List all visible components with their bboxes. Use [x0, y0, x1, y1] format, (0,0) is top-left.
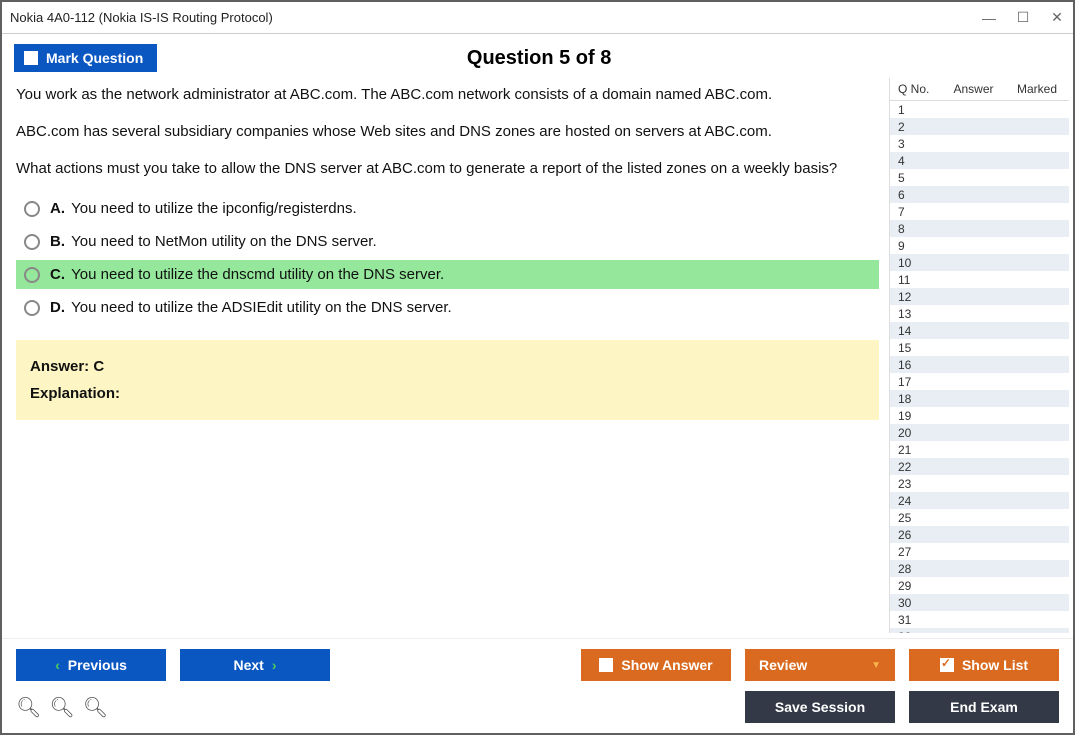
- end-exam-label: End Exam: [950, 699, 1018, 715]
- review-label: Review: [759, 657, 807, 673]
- question-list-row[interactable]: 1: [890, 101, 1069, 118]
- question-list-row[interactable]: 17: [890, 373, 1069, 390]
- next-button[interactable]: Next ›: [180, 649, 330, 681]
- question-paragraph: You work as the network administrator at…: [16, 84, 879, 106]
- question-list-row[interactable]: 18: [890, 390, 1069, 407]
- window-title: Nokia 4A0-112 (Nokia IS-IS Routing Proto…: [10, 10, 981, 25]
- chevron-right-icon: ›: [272, 657, 277, 673]
- option-row[interactable]: A. You need to utilize the ipconfig/regi…: [16, 194, 879, 223]
- titlebar: Nokia 4A0-112 (Nokia IS-IS Routing Proto…: [2, 2, 1073, 34]
- footer: ‹ Previous Next › Show Answer Review ▼ S…: [2, 638, 1073, 733]
- option-row[interactable]: C. You need to utilize the dnscmd utilit…: [16, 260, 879, 289]
- question-list-header: Q No. Answer Marked: [890, 78, 1069, 101]
- question-list[interactable]: 1234567891011121314151617181920212223242…: [890, 101, 1069, 633]
- option-text: B. You need to NetMon utility on the DNS…: [50, 233, 377, 250]
- option-text: D. You need to utilize the ADSIEdit util…: [50, 299, 452, 316]
- minimize-icon[interactable]: —: [981, 10, 997, 26]
- question-list-row[interactable]: 25: [890, 509, 1069, 526]
- question-list-row[interactable]: 5: [890, 169, 1069, 186]
- question-list-row[interactable]: 23: [890, 475, 1069, 492]
- radio-icon[interactable]: [24, 201, 40, 217]
- footer-row-secondary: 🔍︎ 🔍︎ 🔍︎ Save Session End Exam: [16, 691, 1059, 723]
- save-session-label: Save Session: [775, 699, 865, 715]
- question-list-row[interactable]: 14: [890, 322, 1069, 339]
- question-list-row[interactable]: 2: [890, 118, 1069, 135]
- question-list-row[interactable]: 32: [890, 628, 1069, 633]
- question-pane: You work as the network administrator at…: [6, 78, 889, 633]
- show-answer-button[interactable]: Show Answer: [581, 649, 731, 681]
- maximize-icon[interactable]: ☐: [1015, 9, 1031, 26]
- answer-label: Answer: C: [30, 358, 865, 375]
- show-list-button[interactable]: Show List: [909, 649, 1059, 681]
- question-list-row[interactable]: 12: [890, 288, 1069, 305]
- header-row: Mark Question Question 5 of 8: [2, 34, 1073, 78]
- next-label: Next: [233, 657, 263, 673]
- content-area: You work as the network administrator at…: [2, 78, 1073, 633]
- review-button[interactable]: Review ▼: [745, 649, 895, 681]
- question-list-row[interactable]: 4: [890, 152, 1069, 169]
- question-list-row[interactable]: 6: [890, 186, 1069, 203]
- chevron-down-icon: ▼: [871, 660, 881, 671]
- zoom-out-icon[interactable]: 🔍︎: [83, 695, 108, 720]
- window-controls: — ☐ ✕: [981, 9, 1065, 26]
- radio-icon[interactable]: [24, 234, 40, 250]
- question-list-row[interactable]: 19: [890, 407, 1069, 424]
- footer-row-primary: ‹ Previous Next › Show Answer Review ▼ S…: [16, 649, 1059, 681]
- question-list-row[interactable]: 8: [890, 220, 1069, 237]
- option-text: C. You need to utilize the dnscmd utilit…: [50, 266, 444, 283]
- question-list-row[interactable]: 9: [890, 237, 1069, 254]
- col-answer: Answer: [938, 82, 1009, 96]
- show-list-label: Show List: [962, 657, 1028, 673]
- question-list-row[interactable]: 28: [890, 560, 1069, 577]
- question-counter: Question 5 of 8: [17, 47, 1061, 70]
- question-list-row[interactable]: 3: [890, 135, 1069, 152]
- col-marked: Marked: [1009, 82, 1065, 96]
- answer-box: Answer: C Explanation:: [16, 340, 879, 420]
- question-list-row[interactable]: 16: [890, 356, 1069, 373]
- col-qno: Q No.: [898, 82, 938, 96]
- question-list-row[interactable]: 10: [890, 254, 1069, 271]
- question-list-row[interactable]: 22: [890, 458, 1069, 475]
- question-list-row[interactable]: 13: [890, 305, 1069, 322]
- question-list-row[interactable]: 7: [890, 203, 1069, 220]
- end-exam-button[interactable]: End Exam: [909, 691, 1059, 723]
- question-paragraph: ABC.com has several subsidiary companies…: [16, 121, 879, 143]
- chevron-left-icon: ‹: [55, 657, 60, 673]
- zoom-in-icon[interactable]: 🔍︎: [49, 695, 74, 720]
- question-list-row[interactable]: 20: [890, 424, 1069, 441]
- save-session-button[interactable]: Save Session: [745, 691, 895, 723]
- question-list-row[interactable]: 11: [890, 271, 1069, 288]
- radio-icon[interactable]: [24, 300, 40, 316]
- option-row[interactable]: D. You need to utilize the ADSIEdit util…: [16, 293, 879, 322]
- question-list-row[interactable]: 30: [890, 594, 1069, 611]
- previous-button[interactable]: ‹ Previous: [16, 649, 166, 681]
- option-row[interactable]: B. You need to NetMon utility on the DNS…: [16, 227, 879, 256]
- options-list: A. You need to utilize the ipconfig/regi…: [16, 194, 879, 322]
- checkbox-icon: [599, 658, 613, 672]
- question-list-row[interactable]: 21: [890, 441, 1069, 458]
- previous-label: Previous: [68, 657, 127, 673]
- show-answer-label: Show Answer: [621, 657, 712, 673]
- explanation-label: Explanation:: [30, 385, 865, 402]
- zoom-reset-icon[interactable]: 🔍︎: [16, 695, 41, 720]
- question-list-row[interactable]: 31: [890, 611, 1069, 628]
- question-paragraph: What actions must you take to allow the …: [16, 158, 879, 180]
- checkbox-checked-icon: [940, 658, 954, 672]
- question-list-row[interactable]: 27: [890, 543, 1069, 560]
- question-list-row[interactable]: 29: [890, 577, 1069, 594]
- question-list-row[interactable]: 26: [890, 526, 1069, 543]
- close-icon[interactable]: ✕: [1049, 9, 1065, 26]
- radio-icon[interactable]: [24, 267, 40, 283]
- question-list-row[interactable]: 24: [890, 492, 1069, 509]
- option-text: A. You need to utilize the ipconfig/regi…: [50, 200, 357, 217]
- question-list-row[interactable]: 15: [890, 339, 1069, 356]
- zoom-controls: 🔍︎ 🔍︎ 🔍︎: [16, 695, 108, 720]
- question-list-panel: Q No. Answer Marked 12345678910111213141…: [889, 78, 1069, 633]
